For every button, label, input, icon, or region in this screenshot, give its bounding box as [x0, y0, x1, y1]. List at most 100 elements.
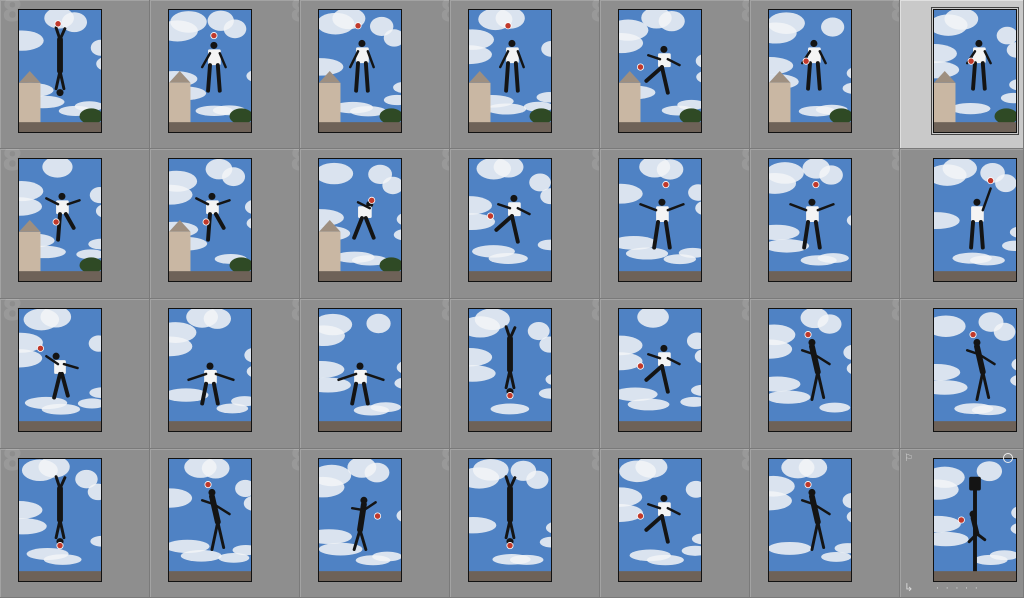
soccer-ball [987, 177, 995, 185]
photo-thumbnail[interactable] [168, 158, 252, 282]
limb [815, 61, 822, 91]
grid-cell[interactable]: 8 [900, 299, 1024, 449]
stone-ledge [169, 271, 251, 281]
photo-thumbnail[interactable] [168, 9, 252, 133]
grid-cell[interactable]: 8⚐↳· · · · · [900, 449, 1024, 598]
thumbnail-image [169, 309, 251, 431]
photo-thumbnail[interactable] [933, 158, 1017, 282]
photo-thumbnail[interactable] [318, 158, 402, 282]
grid-cell[interactable]: 8 [900, 149, 1024, 299]
stone-ledge [469, 271, 551, 281]
photo-thumbnail[interactable] [618, 158, 702, 282]
photo-thumbnail[interactable] [618, 458, 702, 582]
photo-thumbnail[interactable] [618, 9, 702, 133]
thumbnail-image [169, 10, 251, 132]
head [358, 39, 366, 47]
shirt [506, 47, 519, 64]
stone-ledge [19, 122, 101, 132]
cell-index-number: 8 [890, 149, 899, 178]
rating-dots[interactable]: · · · · · [936, 584, 980, 594]
head [975, 39, 983, 47]
shirt [973, 47, 986, 64]
limb [363, 61, 370, 93]
grid-cell[interactable]: 8 [0, 0, 150, 149]
thumbnail-image [19, 309, 101, 431]
soccer-ball [506, 542, 514, 550]
grid-cell[interactable]: 8 [150, 299, 300, 449]
photo-thumbnail[interactable] [933, 458, 1017, 582]
limb [969, 220, 975, 250]
cloud [205, 159, 233, 180]
photo-thumbnail[interactable] [468, 9, 552, 133]
limb [513, 61, 520, 93]
photo-thumbnail[interactable] [18, 308, 102, 432]
grid-cell[interactable]: 8 [300, 299, 450, 449]
building [169, 82, 191, 125]
thumbnail-image [169, 159, 251, 281]
soccer-ball [804, 331, 812, 339]
stone-ledge [469, 122, 551, 132]
photo-thumbnail[interactable] [768, 458, 852, 582]
grid-cell[interactable]: 8 [900, 0, 1024, 149]
grid-cell[interactable]: 8 [150, 449, 300, 598]
stone-ledge [319, 271, 401, 281]
building [619, 82, 641, 125]
shirt [56, 200, 69, 215]
photo-thumbnail[interactable] [318, 458, 402, 582]
grid-cell[interactable]: 8 [750, 149, 900, 299]
grid-cell[interactable]: 8 [750, 299, 900, 449]
cell-index-number: 8 [740, 299, 749, 328]
stone-ledge [619, 421, 701, 431]
grid-cell[interactable]: 8 [600, 149, 750, 299]
grid-cell[interactable]: 8 [300, 449, 450, 598]
shirt [806, 206, 819, 222]
grid-cell[interactable]: 8 [0, 449, 150, 598]
grid-cell[interactable]: 8 [750, 449, 900, 598]
grid-cell[interactable]: 8 [750, 0, 900, 149]
grid-cell[interactable]: 8 [150, 149, 300, 299]
photo-thumbnail[interactable] [468, 458, 552, 582]
photo-thumbnail[interactable] [768, 158, 852, 282]
photo-thumbnail[interactable] [18, 9, 102, 133]
photo-thumbnail[interactable] [768, 9, 852, 133]
cloud [625, 247, 669, 260]
cloud [529, 173, 551, 192]
grid-cell[interactable]: 8 [450, 449, 600, 598]
cell-index-number: 8 [590, 0, 599, 29]
photo-thumbnail[interactable] [318, 9, 402, 133]
stone-ledge [619, 122, 701, 132]
photo-thumbnail[interactable] [18, 458, 102, 582]
photo-thumbnail[interactable] [618, 308, 702, 432]
stone-ledge [19, 421, 101, 431]
photo-thumbnail[interactable] [933, 308, 1017, 432]
limb [980, 61, 987, 91]
grid-cell[interactable]: 8 [600, 449, 750, 598]
photo-thumbnail[interactable] [168, 458, 252, 582]
building [169, 231, 191, 274]
grid-cell[interactable]: 8 [450, 149, 600, 299]
limb [56, 212, 62, 242]
stone-ledge [19, 571, 101, 581]
rotate-icon[interactable]: ↳ [904, 582, 913, 593]
photo-thumbnail[interactable] [468, 308, 552, 432]
grid-cell[interactable]: 8 [0, 299, 150, 449]
grid-cell[interactable]: 8 [450, 0, 600, 149]
grid-cell[interactable]: 8 [150, 0, 300, 149]
grid-cell[interactable]: 8 [600, 0, 750, 149]
flag-icon[interactable]: ⚐ [904, 454, 913, 464]
photo-thumbnail[interactable] [168, 308, 252, 432]
grid-cell[interactable]: 8 [300, 0, 450, 149]
photo-thumbnail[interactable] [768, 308, 852, 432]
grid-cell[interactable]: 8 [600, 299, 750, 449]
shirt [208, 49, 221, 66]
stone-ledge [319, 122, 401, 132]
grid-cell[interactable]: 8 [450, 299, 600, 449]
photo-thumbnail[interactable] [931, 7, 1019, 135]
thumbnail-image [169, 459, 251, 581]
photo-thumbnail[interactable] [18, 158, 102, 282]
photo-thumbnail[interactable] [318, 308, 402, 432]
limb [806, 61, 812, 91]
photo-thumbnail[interactable] [468, 158, 552, 282]
grid-cell[interactable]: 8 [300, 149, 450, 299]
grid-cell[interactable]: 8 [0, 149, 150, 299]
